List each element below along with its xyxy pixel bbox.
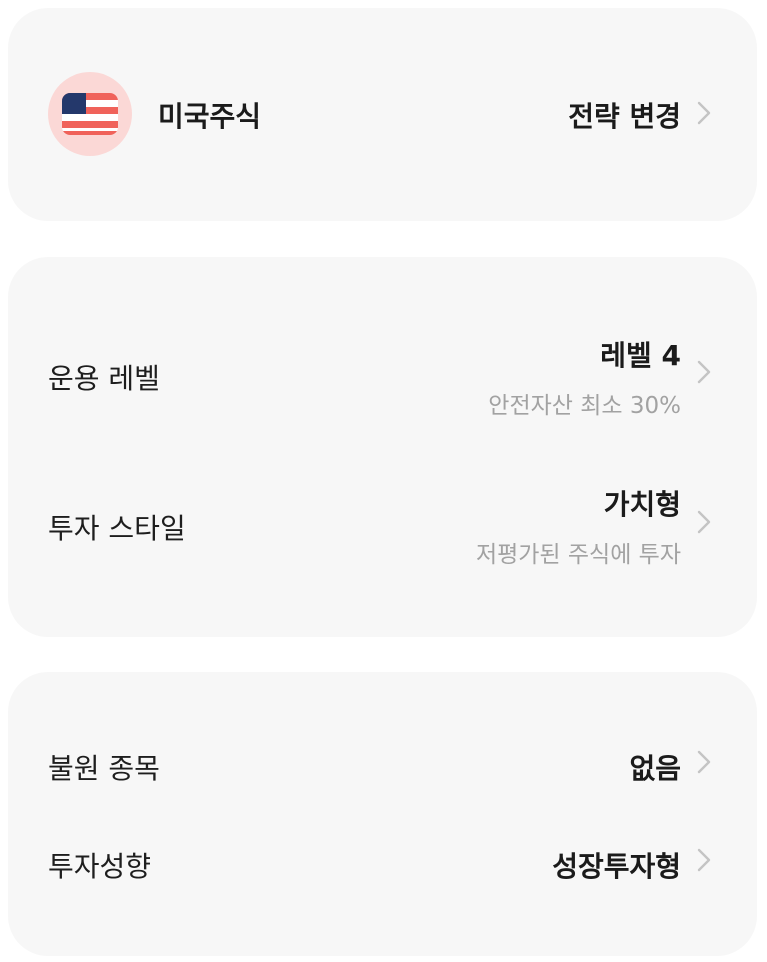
investment-style-label: 투자 스타일 [48, 512, 186, 545]
management-level-description: 안전자산 최소 30% [488, 393, 681, 419]
market-name: 미국주식 [158, 100, 262, 133]
investment-style-value: 가치형 [603, 488, 681, 521]
excluded-stocks-label: 불원 종목 [48, 752, 160, 785]
strategy-card: 운용 레벨 레벨 4 안전자산 최소 30% 투자 스타일 가치형 저평가된 주… [8, 257, 757, 637]
excluded-stocks-value: 없음 [629, 752, 681, 785]
management-level-value: 레벨 4 [600, 339, 681, 372]
flag-badge [48, 72, 132, 156]
investment-style-description: 저평가된 주식에 투자 [475, 542, 681, 568]
management-level-label: 운용 레벨 [48, 362, 160, 395]
chevron-right-icon[interactable] [695, 509, 713, 535]
excluded-stocks-row[interactable]: 불원 종목 없음 [8, 672, 757, 812]
investment-style-value-group: 가치형 저평가된 주식에 투자 [476, 483, 681, 569]
change-strategy-button[interactable]: 전략 변경 [568, 100, 681, 134]
chevron-right-icon[interactable] [695, 847, 713, 873]
market-card[interactable]: 미국주식 전략 변경 [8, 8, 757, 221]
investment-tendency-value-group: 성장투자형 [552, 845, 681, 885]
investment-style-row[interactable]: 투자 스타일 가치형 저평가된 주식에 투자 [8, 447, 757, 637]
us-flag-icon [62, 93, 118, 135]
options-card: 불원 종목 없음 투자성향 성장투자형 [8, 672, 757, 956]
management-level-value-group: 레벨 4 안전자산 최소 30% [488, 334, 681, 420]
management-level-row[interactable]: 운용 레벨 레벨 4 안전자산 최소 30% [8, 257, 757, 447]
investment-tendency-label: 투자성향 [48, 850, 152, 883]
investment-tendency-row[interactable]: 투자성향 성장투자형 [8, 812, 757, 956]
excluded-stocks-value-group: 없음 [629, 747, 681, 787]
chevron-right-icon[interactable] [695, 359, 713, 385]
chevron-right-icon[interactable] [695, 749, 713, 775]
chevron-right-icon[interactable] [695, 100, 713, 126]
investment-tendency-value: 성장투자형 [552, 850, 681, 883]
